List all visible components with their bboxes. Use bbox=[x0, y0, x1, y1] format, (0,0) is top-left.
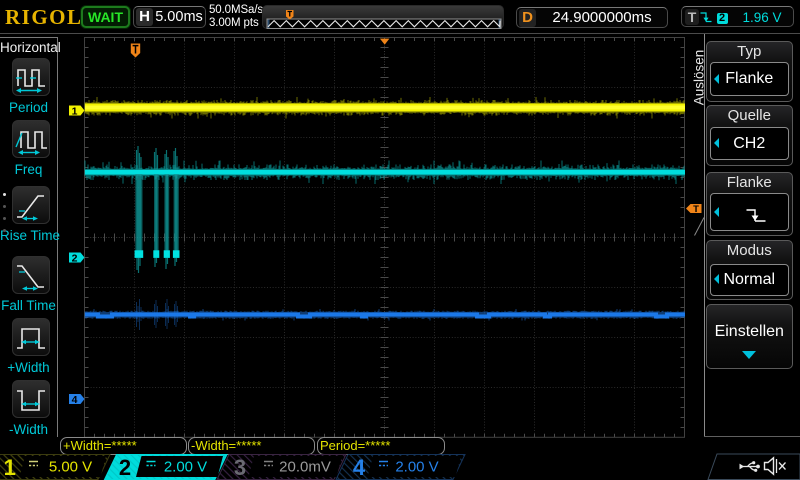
svg-text:4: 4 bbox=[353, 455, 366, 480]
svg-text:2: 2 bbox=[72, 253, 78, 265]
svg-text:1: 1 bbox=[72, 106, 78, 118]
svg-text:20.0mV: 20.0mV bbox=[279, 459, 331, 476]
svg-text:1: 1 bbox=[4, 455, 16, 480]
svg-text:5.00 V: 5.00 V bbox=[49, 459, 92, 476]
svg-text:2: 2 bbox=[119, 455, 131, 480]
svg-text:2.00 V: 2.00 V bbox=[395, 459, 438, 476]
svg-text:3: 3 bbox=[234, 455, 246, 480]
svg-text:2.00 V: 2.00 V bbox=[164, 459, 207, 476]
svg-text:T: T bbox=[693, 204, 699, 215]
svg-text:4: 4 bbox=[72, 394, 78, 406]
